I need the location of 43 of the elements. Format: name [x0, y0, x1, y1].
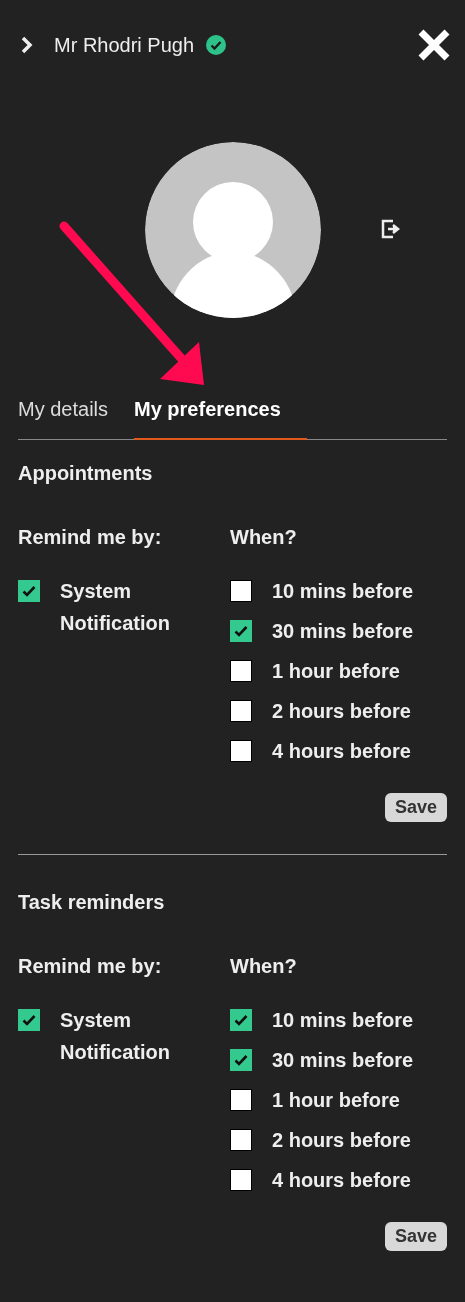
option-label: 10 mins before	[272, 1008, 414, 1033]
checkbox[interactable]	[18, 580, 40, 602]
logout-icon[interactable]	[380, 218, 402, 240]
check-icon	[233, 623, 249, 639]
save-button[interactable]: Save	[384, 793, 447, 822]
checkbox[interactable]	[230, 700, 252, 722]
option-label: 30 mins before	[272, 1048, 414, 1073]
save-button[interactable]: Save	[384, 1222, 447, 1251]
column-label: When?	[230, 525, 297, 550]
column-label: Remind me by:	[18, 954, 163, 979]
check-icon	[21, 583, 37, 599]
option-label: 2 hours before	[272, 1128, 411, 1153]
checkbox[interactable]	[230, 620, 252, 642]
checkbox[interactable]	[230, 660, 252, 682]
checkbox[interactable]	[18, 1009, 40, 1031]
option-label: System Notification	[60, 579, 171, 636]
section-title: Task reminders	[18, 890, 166, 915]
checkbox[interactable]	[230, 580, 252, 602]
option-label: 1 hour before	[272, 1088, 400, 1113]
chevron-right-icon[interactable]	[20, 36, 34, 54]
option-label: 2 hours before	[272, 699, 411, 724]
option-label: 30 mins before	[272, 619, 414, 644]
checkbox[interactable]	[230, 1169, 252, 1191]
tab[interactable]: My preferences	[134, 384, 307, 440]
checkbox[interactable]	[230, 1129, 252, 1151]
checkbox[interactable]	[230, 1009, 252, 1031]
check-icon	[233, 1052, 249, 1068]
column-label: When?	[230, 954, 297, 979]
option-label: 4 hours before	[272, 739, 411, 764]
close-icon[interactable]	[417, 29, 451, 61]
checkbox[interactable]	[230, 740, 252, 762]
option-label: 10 mins before	[272, 579, 414, 604]
section-title: Appointments	[18, 461, 154, 486]
option-label: System Notification	[60, 1008, 171, 1065]
tab[interactable]: My details	[18, 384, 109, 440]
column-label: Remind me by:	[18, 525, 163, 550]
check-icon	[21, 1012, 37, 1028]
check-icon	[233, 1012, 249, 1028]
checkbox[interactable]	[230, 1089, 252, 1111]
option-label: 4 hours before	[272, 1168, 411, 1193]
user-name: Mr Rhodri Pugh	[54, 33, 195, 58]
option-label: 1 hour before	[272, 659, 400, 684]
checkbox[interactable]	[230, 1049, 252, 1071]
